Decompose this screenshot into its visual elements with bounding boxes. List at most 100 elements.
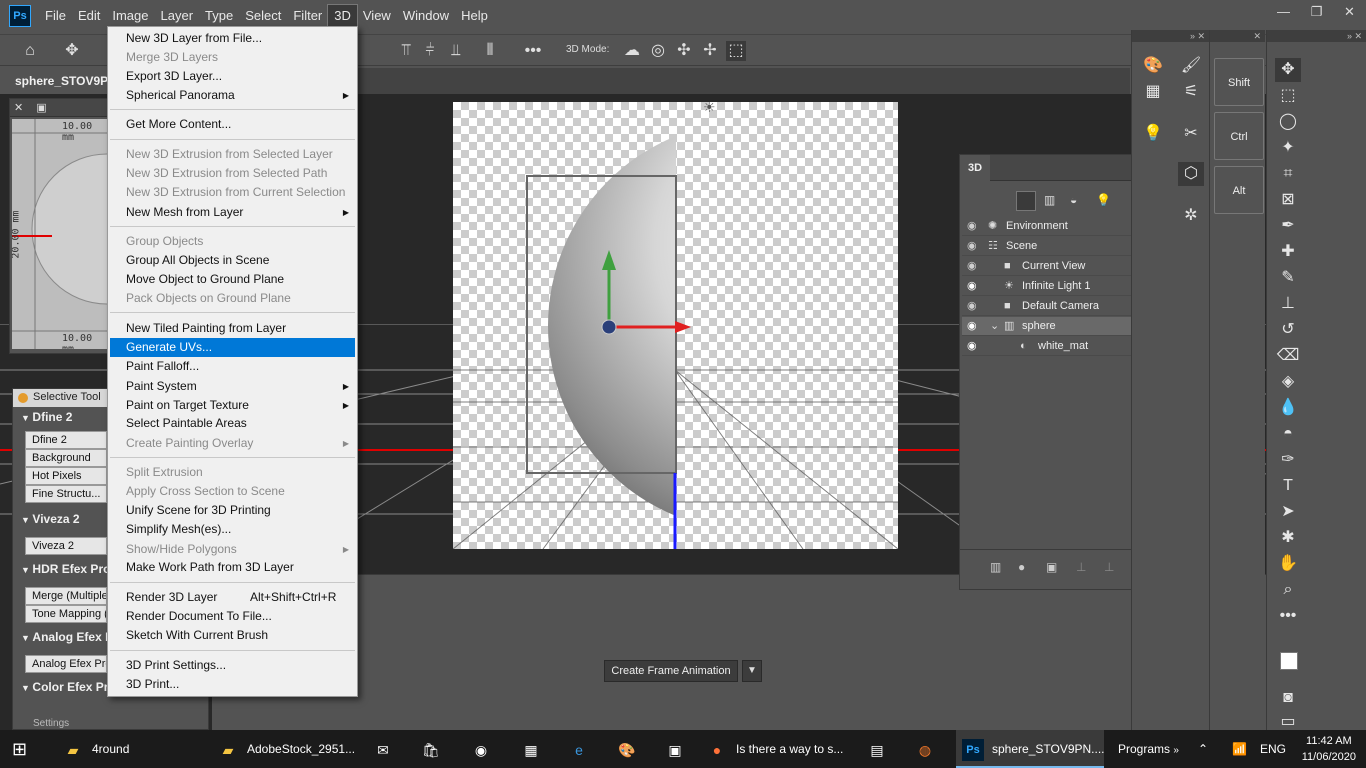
unreal-app-button[interactable]: ◉ [470, 730, 500, 768]
menu-item-spherical-panorama[interactable]: Spherical Panorama ▶ [110, 86, 355, 105]
history-brush-icon[interactable]: ↺ [1275, 318, 1301, 342]
taskbar-firefox[interactable]: ● Is there a way to s... [706, 730, 856, 768]
menu-window[interactable]: Window [397, 5, 455, 27]
dodge-tool-icon[interactable]: ◓ [1275, 422, 1301, 446]
restore-button[interactable]: ❐ [1300, 0, 1333, 24]
healing-brush-icon[interactable]: ✚ [1275, 240, 1301, 264]
menu-item-render-3d-layer[interactable]: Render 3D Layer Alt+Shift+Ctrl+R [110, 588, 355, 607]
taskbar-photoshop[interactable]: Ps sphere_STOV9PN.... [956, 730, 1105, 768]
row-sphere[interactable]: ◉ ⌄ ▥ sphere [962, 317, 1154, 336]
menu-image[interactable]: Image [106, 5, 154, 27]
visibility-eye-icon[interactable]: ◉ [967, 217, 977, 236]
drag-3d-icon[interactable]: ✣ [674, 41, 694, 61]
app-button[interactable]: ▤ [866, 730, 896, 768]
menu-3d[interactable]: 3D [327, 3, 358, 28]
row-white-mat[interactable]: ◉ ◐ white_mat [962, 337, 1154, 356]
grid-icon[interactable]: ▦ [1140, 80, 1166, 104]
item-merge-multiple[interactable]: Merge (Multiple [25, 587, 107, 605]
item-background[interactable]: Background [25, 449, 107, 467]
ground-plane-icon[interactable]: ⊥ [1076, 560, 1086, 574]
lasso-tool-icon[interactable]: ◯ [1275, 110, 1301, 134]
item-viveza-2[interactable]: Viveza 2 [25, 537, 107, 555]
visibility-eye-icon[interactable]: ◉ [967, 337, 977, 356]
chevron-down-icon[interactable]: ⌄ [990, 317, 999, 336]
stamp-tool-icon[interactable]: ⊥ [1275, 292, 1301, 316]
lightbulb-icon[interactable]: 💡 [1140, 122, 1166, 146]
menu-select[interactable]: Select [239, 5, 287, 27]
system-clock[interactable]: 11:42 AM 11/06/2020 [1302, 733, 1356, 765]
settings-label[interactable]: Settings [33, 718, 69, 729]
menu-file[interactable]: File [39, 5, 72, 27]
3d-material-icon[interactable]: ✲ [1178, 204, 1204, 228]
ctrl-key-button[interactable]: Ctrl [1214, 112, 1264, 160]
home-icon[interactable]: ⌂ [20, 41, 40, 61]
menu-help[interactable]: Help [455, 5, 494, 27]
marquee-tool-icon[interactable]: ⬚ [1275, 84, 1301, 108]
roll-3d-icon[interactable]: ◎ [648, 41, 668, 61]
document-tab[interactable]: sphere_STOV9PN... [0, 68, 127, 94]
path-selection-icon[interactable]: ➤ [1275, 500, 1301, 524]
tools-icon[interactable]: ✂ [1178, 122, 1204, 146]
visibility-eye-icon[interactable]: ◉ [967, 237, 977, 256]
foreground-color-swatch[interactable] [1280, 652, 1298, 670]
menu-item-paint-system[interactable]: Paint System ▶ [110, 377, 355, 396]
item-analog-efex[interactable]: Analog Efex Pro [25, 655, 107, 673]
align-bottom-icon[interactable]: ⫫ [446, 41, 466, 61]
frame-tool-icon[interactable]: ⊠ [1275, 188, 1301, 212]
align-middle-icon[interactable]: ⫩ [420, 41, 440, 61]
mesh-filter-icon[interactable]: ▥ [1044, 193, 1055, 207]
menu-item-new-3d-layer-from-file[interactable]: New 3D Layer from File... [110, 29, 355, 48]
item-tone-mapping[interactable]: Tone Mapping ( [25, 605, 107, 623]
light-filter-icon[interactable]: 💡 [1096, 193, 1111, 207]
blur-tool-icon[interactable]: 💧 [1275, 396, 1301, 420]
slide-3d-icon[interactable]: ✢ [700, 41, 720, 61]
menu-item-get-more-content[interactable]: Get More Content... [110, 115, 355, 134]
eraser-tool-icon[interactable]: ⌫ [1275, 344, 1301, 368]
menu-item-paint-on-target-texture[interactable]: Paint on Target Texture ▶ [110, 396, 355, 415]
mail-app-button[interactable]: ✉ [372, 730, 402, 768]
menu-filter[interactable]: Filter [287, 5, 328, 27]
more-options-icon[interactable]: ••• [523, 41, 543, 61]
blender-app-button[interactable]: ◍ [914, 730, 944, 768]
add-mesh-icon[interactable]: ▥ [990, 560, 1001, 574]
pen-tool-icon[interactable]: ✑ [1275, 448, 1301, 472]
item-hot-pixels[interactable]: Hot Pixels [25, 467, 107, 485]
alt-key-button[interactable]: Alt [1214, 166, 1264, 214]
align-top-icon[interactable]: ⫪ [396, 41, 416, 61]
menu-item-3d-print[interactable]: 3D Print... [110, 675, 355, 694]
menu-item-move-object-ground-plane[interactable]: Move Object to Ground Plane [110, 270, 355, 289]
magic-wand-icon[interactable]: ✦ [1275, 136, 1301, 160]
menu-layer[interactable]: Layer [155, 5, 200, 27]
eyedropper-icon[interactable]: ✒ [1275, 214, 1301, 238]
paint-app-button[interactable]: 🎨 [616, 730, 646, 768]
crop-tool-icon[interactable]: ⌗ [1275, 162, 1301, 186]
brush-tool-icon[interactable]: ✎ [1275, 266, 1301, 290]
calendar-app-button[interactable]: ▦ [520, 730, 550, 768]
photos-app-button[interactable]: ▣ [664, 730, 694, 768]
brush-icon[interactable]: 🖌 [1178, 54, 1204, 78]
menu-item-new-tiled-painting[interactable]: New Tiled Painting from Layer [110, 319, 355, 338]
row-default-camera[interactable]: ◉ ■ Default Camera [962, 297, 1154, 316]
move-tool-icon[interactable]: ✥ [62, 41, 82, 61]
menu-item-make-work-path[interactable]: Make Work Path from 3D Layer [110, 558, 355, 577]
3d-panel-tab[interactable]: 3D [960, 155, 990, 181]
menu-item-group-all-objects[interactable]: Group All Objects in Scene [110, 251, 355, 270]
menu-item-sketch-current-brush[interactable]: Sketch With Current Brush [110, 626, 355, 645]
shape-tool-icon[interactable]: ✱ [1275, 526, 1301, 550]
scale-3d-icon[interactable]: ⬚ [726, 41, 746, 61]
menu-item-simplify-meshes[interactable]: Simplify Mesh(es)... [110, 520, 355, 539]
row-environment[interactable]: ◉ ✺ Environment [962, 217, 1154, 236]
start-button[interactable]: ⊞ [12, 730, 27, 768]
add-light-icon[interactable]: ● [1018, 560, 1025, 574]
menu-item-new-mesh-from-layer[interactable]: New Mesh from Layer ▶ [110, 203, 355, 222]
more-tools-icon[interactable]: ••• [1275, 604, 1301, 628]
menu-edit[interactable]: Edit [72, 5, 106, 27]
menu-item-generate-uvs[interactable]: Generate UVs... [110, 338, 355, 357]
row-scene[interactable]: ◉ ☷ Scene [962, 237, 1154, 256]
visibility-eye-icon[interactable]: ◉ [967, 297, 977, 316]
visibility-eye-icon[interactable]: ◉ [967, 317, 977, 336]
snap-icon[interactable]: ⊥ [1104, 560, 1114, 574]
row-current-view[interactable]: ◉ ■ Current View [962, 257, 1154, 276]
render-icon[interactable]: ▣ [1046, 560, 1057, 574]
item-dfine-2[interactable]: Dfine 2 [25, 431, 107, 449]
